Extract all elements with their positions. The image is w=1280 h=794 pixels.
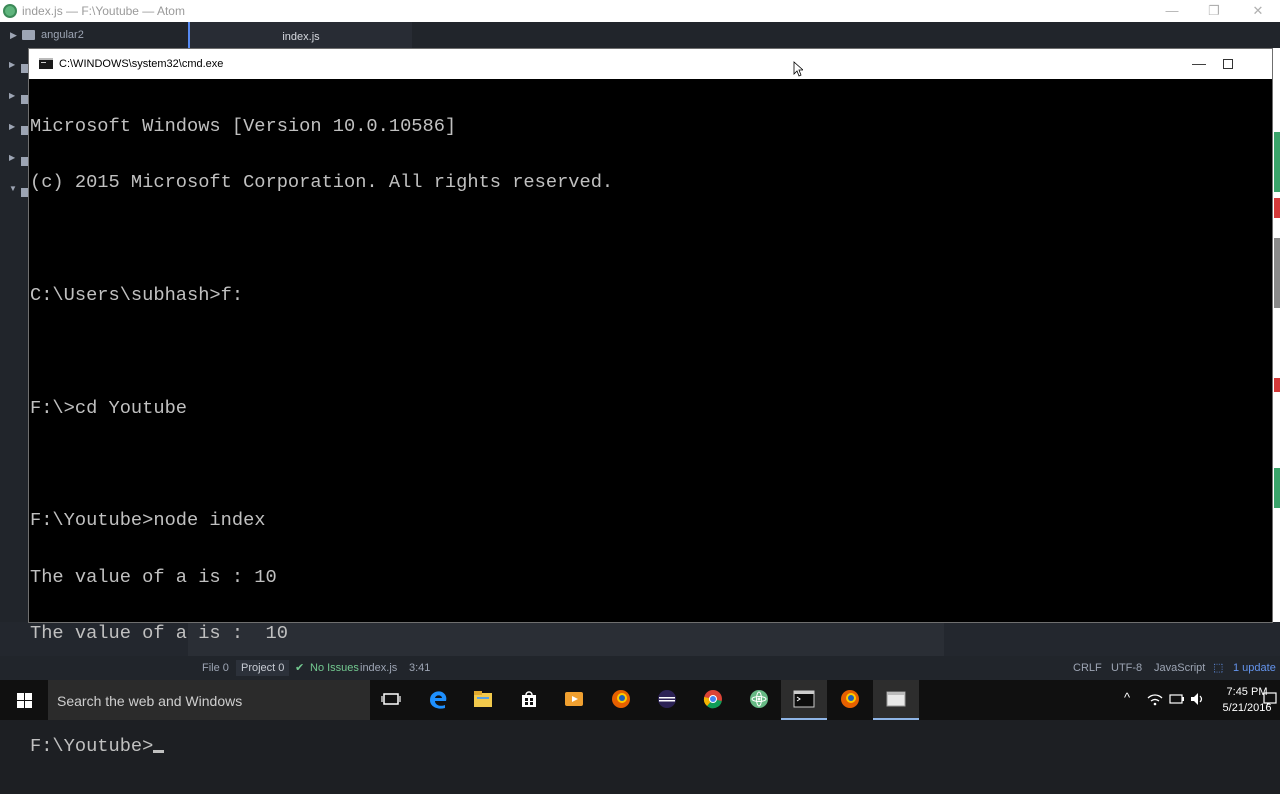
console-output[interactable]: Microsoft Windows [Version 10.0.10586] (… (29, 79, 1272, 755)
atom-tree-view: ▶ ▶ ▶ ▶ ▼ (0, 48, 28, 622)
battery-icon[interactable] (1168, 688, 1186, 710)
taskbar-app-active[interactable] (873, 680, 919, 720)
taskbar: Search the web and Windows ^ 7:45 PM 5/2… (0, 680, 1280, 720)
console-line: F:\>cd Youtube (30, 398, 188, 418)
cmd-window[interactable]: C:\WINDOWS\system32\cmd.exe — Microsoft … (28, 48, 1273, 755)
windows-logo-icon (17, 693, 24, 700)
cmd-maximize-icon[interactable] (1223, 59, 1233, 69)
window-app-icon (886, 691, 906, 707)
console-line: Microsoft Windows [Version 10.0.10586] (30, 116, 457, 136)
windows-logo-icon (25, 693, 32, 700)
chevron-right-icon: ▶ (9, 60, 16, 69)
chevron-right-icon: ▶ (9, 122, 16, 131)
console-line: The value of a is : 10 (30, 624, 288, 643)
minimize-icon[interactable]: — (1150, 0, 1194, 22)
editor-color-mark (1274, 238, 1280, 308)
tab-index-js[interactable]: index.js (190, 22, 412, 48)
editor-color-mark (1274, 468, 1280, 508)
atom-title-bar: index.js — F:\Youtube — Atom — ❐ ✕ (0, 0, 1280, 22)
media-player-icon[interactable] (563, 688, 585, 710)
restore-icon[interactable]: ❐ (1192, 0, 1236, 22)
taskbar-search[interactable]: Search the web and Windows (48, 680, 370, 720)
console-prompt-line[interactable]: F:\Youtube> (29, 737, 1272, 756)
eclipse-icon[interactable] (656, 688, 678, 710)
cmd-window-title: C:\WINDOWS\system32\cmd.exe (59, 58, 224, 70)
taskbar-cmd-active[interactable] (781, 680, 827, 720)
console-line: (c) 2015 Microsoft Corporation. All righ… (30, 172, 614, 192)
folder-icon (21, 64, 28, 73)
file-explorer-icon[interactable] (472, 688, 494, 710)
tree-root-label: angular2 (41, 29, 84, 41)
atom-tab-bar: ▶ angular2 index.js (0, 22, 1280, 48)
atom-window-title: index.js — F:\Youtube — Atom (22, 4, 185, 18)
chevron-down-icon: ▼ (9, 184, 17, 193)
tree-item[interactable]: ▼ (0, 184, 28, 202)
wifi-icon[interactable] (1146, 688, 1164, 710)
atom-app-icon[interactable] (748, 688, 770, 710)
close-icon[interactable]: ✕ (1236, 0, 1280, 22)
editor-color-mark (1274, 132, 1280, 192)
console-prompt: F:\Youtube> (30, 736, 154, 756)
store-icon[interactable] (518, 688, 540, 710)
chevron-right-icon: ▶ (10, 30, 17, 40)
folder-icon (21, 157, 28, 166)
text-caret (153, 749, 165, 753)
tree-item[interactable]: ▶ (0, 91, 28, 109)
atom-editor-edge (1272, 48, 1280, 622)
tree-item[interactable]: ▶ (0, 153, 28, 171)
cmd-title-bar[interactable]: C:\WINDOWS\system32\cmd.exe — (29, 49, 1272, 79)
atom-logo-icon (3, 4, 17, 18)
volume-icon[interactable] (1189, 688, 1207, 710)
cmd-minimize-icon[interactable]: — (1181, 49, 1217, 79)
folder-icon (21, 188, 28, 197)
tree-item[interactable]: ▶ (0, 60, 28, 78)
firefox-icon[interactable] (839, 688, 861, 710)
folder-icon (21, 126, 28, 135)
task-view-icon[interactable] (380, 688, 402, 710)
start-button[interactable] (0, 680, 48, 720)
console-line: C:\Users\subhash>f: (30, 285, 244, 305)
edge-browser-icon[interactable] (427, 688, 449, 710)
tree-item[interactable]: ▶ (0, 122, 28, 140)
action-center-icon[interactable] (1262, 688, 1278, 710)
mouse-pointer-icon (793, 61, 803, 77)
folder-icon (21, 95, 28, 104)
search-placeholder: Search the web and Windows (57, 693, 243, 709)
windows-logo-icon (25, 701, 32, 708)
chrome-icon[interactable] (702, 688, 724, 710)
editor-color-mark (1274, 198, 1280, 218)
chevron-right-icon: ▶ (9, 153, 16, 162)
firefox-icon[interactable] (610, 688, 632, 710)
console-line: The value of a is : 10 (30, 567, 277, 587)
cmd-app-icon (39, 58, 53, 69)
windows-logo-icon (17, 701, 24, 708)
console-line: F:\Youtube>node index (30, 511, 266, 531)
tree-root-angular2[interactable]: ▶ angular2 (0, 22, 188, 48)
chevron-right-icon: ▶ (9, 91, 16, 100)
folder-icon (22, 30, 35, 40)
chevron-up-icon[interactable]: ^ (1124, 690, 1130, 705)
editor-color-mark (1274, 378, 1280, 392)
command-prompt-icon (793, 690, 815, 708)
